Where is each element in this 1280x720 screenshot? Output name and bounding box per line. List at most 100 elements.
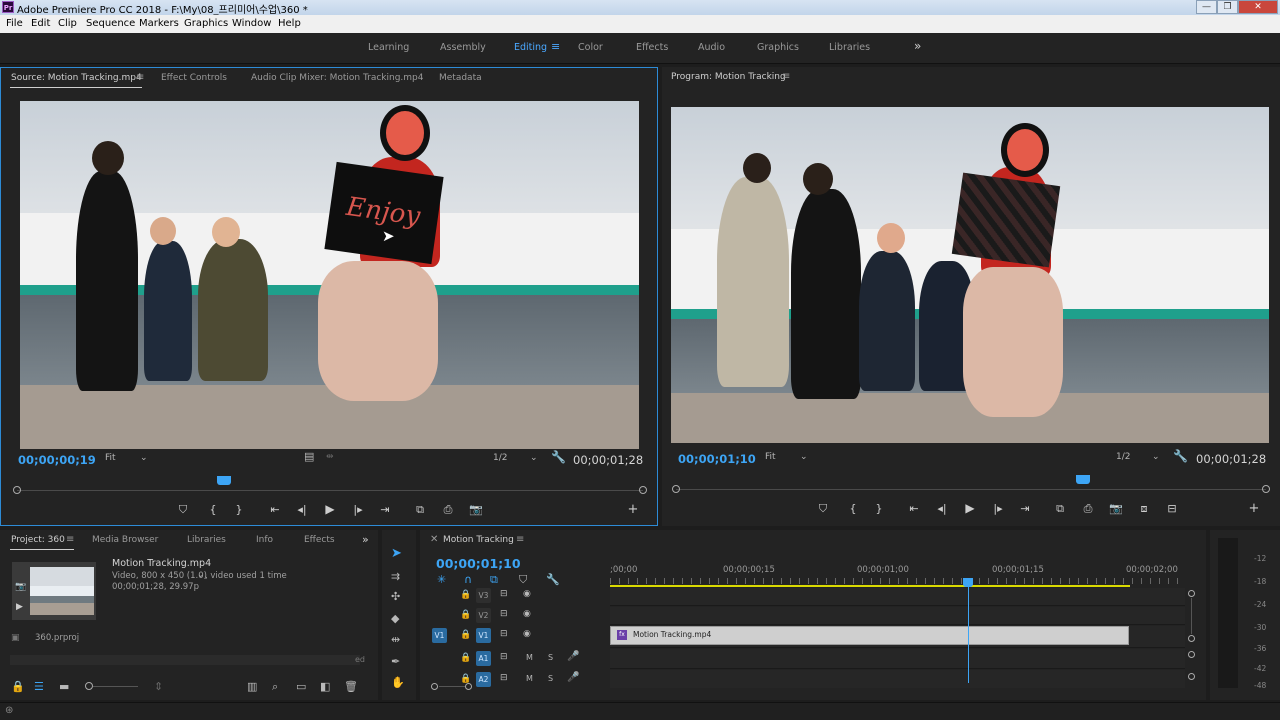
vertical-scrollbar[interactable] <box>1191 598 1192 634</box>
workspace-graphics[interactable]: Graphics <box>757 42 799 53</box>
menu-edit[interactable]: Edit <box>31 18 50 29</box>
source-resolution-select[interactable]: 1/2 <box>493 453 507 463</box>
close-button[interactable]: ✕ <box>1238 0 1278 14</box>
chevron-down-icon[interactable]: ⌄ <box>800 452 808 462</box>
eye-icon[interactable]: ◉ <box>523 629 531 639</box>
tab-media-browser[interactable]: Media Browser <box>92 535 158 545</box>
list-view-icon[interactable]: ☰ <box>34 680 44 693</box>
overwrite-button[interactable]: ⎙ <box>441 503 455 517</box>
menu-file[interactable]: File <box>6 18 23 29</box>
mute-button[interactable]: M <box>526 674 533 683</box>
vertical-zoom-handle[interactable] <box>1188 590 1195 597</box>
search-icon[interactable]: ⌕ <box>272 680 278 694</box>
tab-info[interactable]: Info <box>256 535 273 545</box>
sync-lock-icon[interactable]: ⊟ <box>500 652 508 662</box>
zoom-handle-left[interactable] <box>13 486 21 494</box>
export-frame-button[interactable]: 📷 <box>469 503 483 516</box>
source-tab-menu-icon[interactable]: ≡ <box>136 72 144 83</box>
source-patch-v1[interactable]: V1 <box>432 628 447 643</box>
eye-icon[interactable]: ◉ <box>523 609 531 619</box>
status-icon[interactable]: ⊛ <box>5 705 13 716</box>
add-button[interactable]: + <box>626 502 640 517</box>
track-select-tool-icon[interactable]: ⇉ <box>391 570 400 583</box>
source-zoom-select[interactable]: Fit <box>105 453 116 463</box>
project-list-row[interactable] <box>10 655 360 665</box>
microphone-icon[interactable]: 🎤 <box>567 672 579 683</box>
sync-lock-icon[interactable]: ⊟ <box>500 609 508 619</box>
source-playhead[interactable] <box>216 476 231 485</box>
go-to-in-button[interactable]: ⇤ <box>268 503 282 516</box>
zoom-handle-right[interactable] <box>1262 485 1270 493</box>
workspace-learning[interactable]: Learning <box>368 42 409 53</box>
new-bin-icon[interactable]: ▭ <box>296 680 306 693</box>
add-marker-icon[interactable]: ⛉ <box>519 573 527 587</box>
mark-out-button[interactable]: } <box>232 503 246 516</box>
program-resolution-select[interactable]: 1/2 <box>1116 452 1130 462</box>
comparison-view-button[interactable]: ⧈ <box>1137 502 1151 516</box>
play-icon[interactable]: ▶ <box>16 602 23 612</box>
horizontal-zoom-handle-left[interactable] <box>431 683 438 690</box>
horizontal-zoom-handle-right[interactable] <box>465 683 472 690</box>
horizontal-scrollbar[interactable] <box>439 686 465 687</box>
export-frame-button[interactable]: 📷 <box>1109 502 1123 515</box>
workspace-assembly[interactable]: Assembly <box>440 42 486 53</box>
program-video-frame[interactable] <box>671 107 1269 443</box>
sort-icon[interactable]: ⇕ <box>154 680 163 693</box>
tab-metadata[interactable]: Metadata <box>439 73 482 83</box>
chevron-down-icon[interactable]: ⌄ <box>1152 452 1160 462</box>
go-to-out-button[interactable]: ⇥ <box>378 503 392 516</box>
ripple-edit-tool-icon[interactable]: ✣ <box>391 590 400 603</box>
tab-effect-controls[interactable]: Effect Controls <box>161 73 227 83</box>
track-lane-v2[interactable] <box>610 607 1185 625</box>
track-target-v3[interactable]: V3 <box>476 588 491 603</box>
step-back-button[interactable]: ◂| <box>295 503 309 516</box>
automate-to-sequence-icon[interactable]: ▥ <box>247 680 257 693</box>
wrench-icon[interactable]: 🔧 <box>551 450 566 464</box>
solo-button[interactable]: S <box>548 653 553 662</box>
eye-icon[interactable]: ◉ <box>523 589 531 599</box>
add-marker-button[interactable]: ⛉ <box>176 503 190 517</box>
menu-markers[interactable]: Markers <box>139 18 179 29</box>
chevron-down-icon[interactable]: ⌄ <box>140 453 148 463</box>
tab-source[interactable]: Source: Motion Tracking.mp4 <box>11 73 142 83</box>
mark-in-button[interactable]: { <box>206 503 220 516</box>
chevron-down-icon[interactable]: ⌄ <box>197 570 205 580</box>
step-forward-button[interactable]: |▸ <box>991 502 1005 515</box>
workspace-editing[interactable]: Editing <box>514 42 547 53</box>
track-target-v2[interactable]: V2 <box>476 608 491 623</box>
timeline-timecode[interactable]: 00;00;01;10 <box>436 556 521 571</box>
workspace-overflow-icon[interactable]: » <box>914 39 921 53</box>
workspace-color[interactable]: Color <box>578 42 603 53</box>
go-to-out-button[interactable]: ⇥ <box>1018 502 1032 515</box>
step-forward-button[interactable]: |▸ <box>351 503 365 516</box>
source-time-ruler[interactable] <box>17 490 643 491</box>
trash-icon[interactable]: 🗑 <box>344 680 358 693</box>
linked-selection-icon[interactable]: ⧉ <box>490 573 498 587</box>
project-tab-menu-icon[interactable]: ≡ <box>66 534 74 545</box>
track-lock-icon[interactable]: 🔒 <box>460 610 471 620</box>
workspace-audio[interactable]: Audio <box>698 42 725 53</box>
wrench-icon[interactable]: 🔧 <box>1173 449 1188 463</box>
nest-toggle-icon[interactable]: ✳ <box>437 573 446 586</box>
timeline-settings-wrench-icon[interactable]: 🔧 <box>546 573 560 586</box>
pen-tool-icon[interactable]: ✒ <box>391 655 400 668</box>
workspace-effects[interactable]: Effects <box>636 42 668 53</box>
workspace-libraries[interactable]: Libraries <box>829 42 870 53</box>
snap-icon[interactable]: ∩ <box>464 573 472 586</box>
extract-button[interactable]: ⎙ <box>1081 502 1095 516</box>
vertical-zoom-handle[interactable] <box>1188 673 1195 680</box>
zoom-handle-left[interactable] <box>672 485 680 493</box>
track-lock-icon[interactable]: 🔒 <box>460 630 471 640</box>
tab-timeline-sequence[interactable]: Motion Tracking <box>443 535 514 545</box>
menu-sequence[interactable]: Sequence <box>86 18 135 29</box>
vertical-zoom-handle[interactable] <box>1188 635 1195 642</box>
clip-thumbnail-frame[interactable]: 📷 ▶ <box>12 562 96 620</box>
razor-tool-icon[interactable]: ◆ <box>391 612 399 625</box>
tab-program[interactable]: Program: Motion Tracking <box>671 72 786 82</box>
zoom-slider-handle[interactable] <box>85 682 93 690</box>
track-lane-v3[interactable] <box>610 588 1185 606</box>
timeline-clip[interactable]: fx Motion Tracking.mp4 <box>610 626 1129 645</box>
timeline-playhead-handle[interactable] <box>963 578 973 587</box>
lock-icon[interactable]: 🔒 <box>11 680 25 693</box>
chevron-down-icon[interactable]: ⌄ <box>530 453 538 463</box>
